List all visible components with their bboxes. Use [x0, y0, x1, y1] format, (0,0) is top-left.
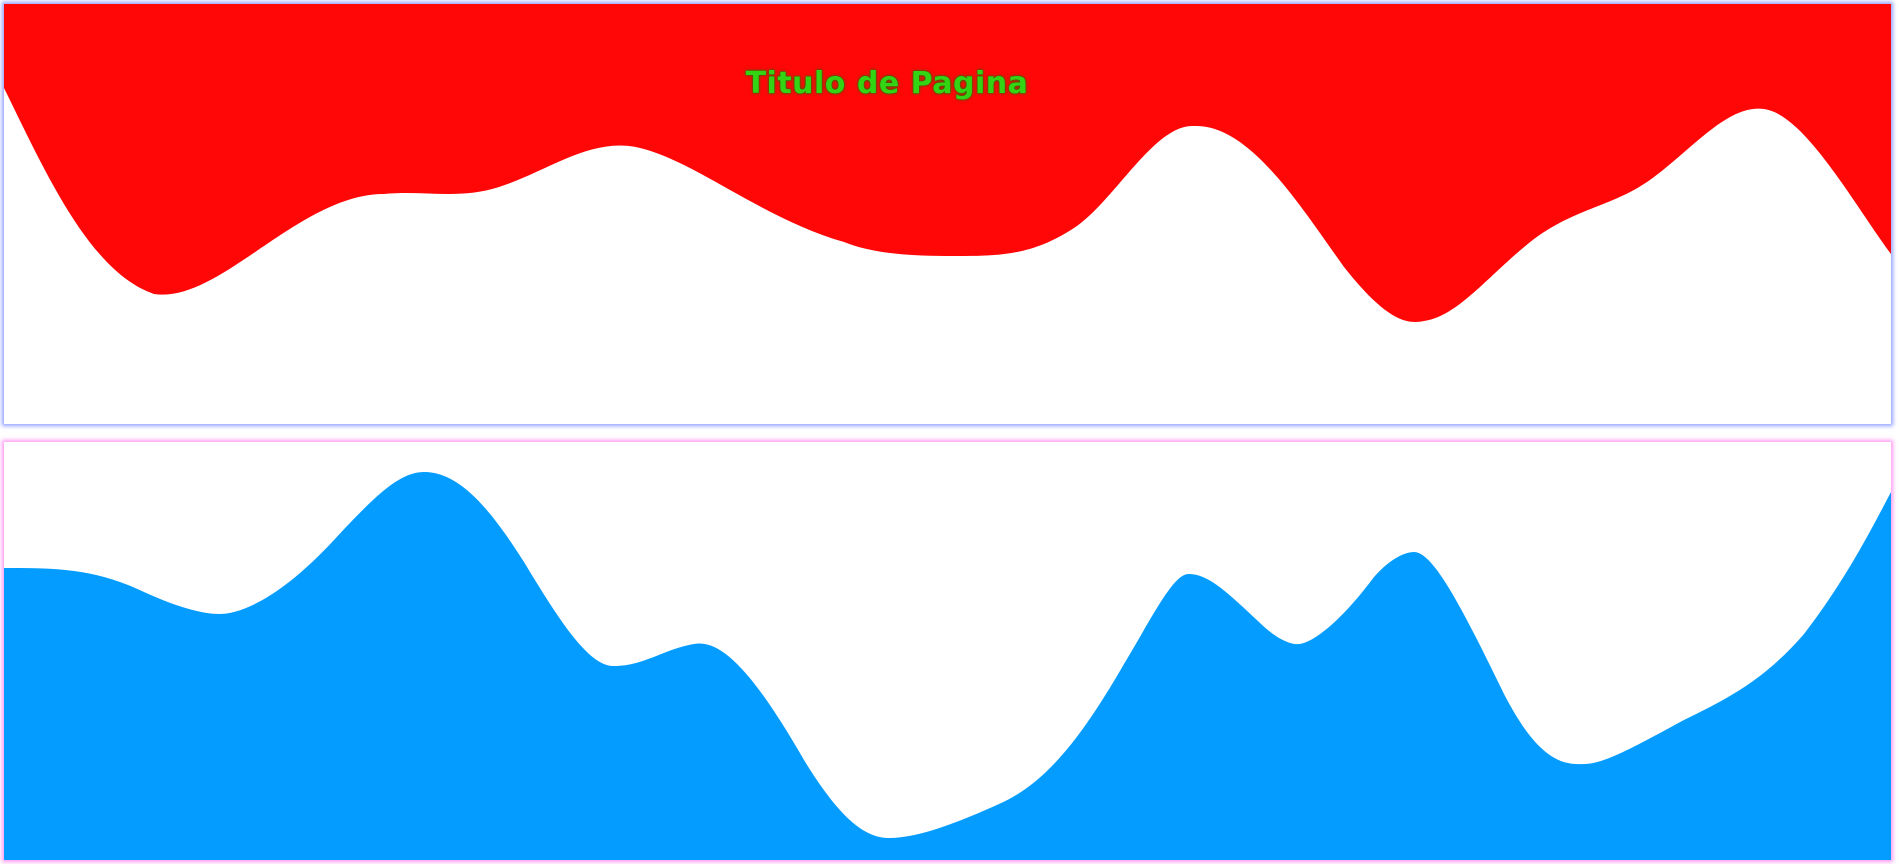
top-panel: Titulo de Pagina [4, 4, 1891, 424]
bottom-wave [4, 472, 1891, 860]
page-title: Titulo de Pagina [745, 66, 1029, 101]
bottom-panel [4, 442, 1891, 860]
bottom-wave-svg [4, 472, 1891, 860]
top-wave [4, 4, 1891, 323]
page: Titulo de Pagina [0, 0, 1899, 864]
